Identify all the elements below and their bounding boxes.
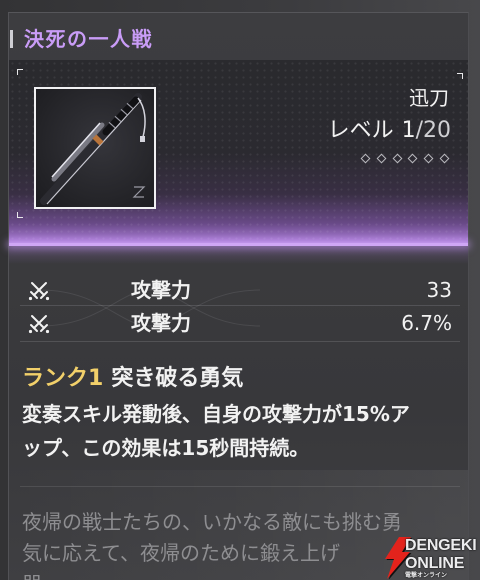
stat-value: 33	[426, 278, 452, 302]
stat-divider	[20, 305, 460, 306]
crossed-swords-icon	[28, 315, 50, 334]
weapon-detail-screen: 決死の一人戦 迅刀 レベル 1/20 攻撃力 33 攻撃力 6.7% ランク1 …	[0, 0, 480, 580]
tune-slot-diamond	[407, 153, 418, 163]
crossed-blades-weapon-icon	[40, 93, 146, 205]
passive-name: 突き破る勇気	[111, 366, 244, 391]
attack-percent-stat-row: 攻撃力 6.7%	[20, 307, 460, 339]
passive-description-line: 変奏スキル発動後、自身の攻撃力が15%ア	[22, 402, 410, 426]
tune-rank-diamonds	[360, 152, 450, 164]
level-label: レベル	[327, 118, 394, 143]
lore-text-line: 夜帰の戦士たちの、いかなる敵にも挑む勇	[22, 510, 402, 534]
passive-rank: ランク1	[22, 366, 104, 391]
corner-mark-bottom-left	[17, 212, 23, 218]
level-max: /20	[415, 118, 451, 143]
weapon-portrait-frame	[34, 87, 156, 209]
stat-divider	[20, 341, 460, 342]
level-current: 1	[401, 118, 416, 143]
attack-stat-row: 攻撃力 33	[20, 274, 460, 306]
passive-title: ランク1 突き破る勇気	[22, 364, 243, 394]
title-accent-bar	[10, 30, 13, 48]
corner-mark-top-left	[17, 69, 23, 75]
weapon-type: 迅刀	[409, 86, 449, 110]
weapon-level: レベル 1/20	[328, 116, 451, 146]
tune-slot-diamond	[423, 153, 434, 163]
tune-slot-diamond	[392, 153, 403, 163]
stats-panel: 攻撃力 33 攻撃力 6.7%	[20, 272, 460, 344]
tune-slot-diamond	[439, 153, 450, 163]
stat-label: 攻撃力	[131, 278, 191, 302]
tune-slot-diamond	[376, 153, 387, 163]
passive-description-line: ップ、この効果は15秒間持続。	[22, 436, 310, 460]
watermark-brand-jp: 電撃オンライン	[405, 572, 448, 579]
tune-slot-diamond	[360, 153, 371, 163]
corner-mark-top-right	[457, 73, 463, 79]
crossed-swords-icon	[28, 282, 50, 301]
watermark-brand-sub: ONLINE	[405, 555, 465, 572]
watermark-brand: DENGEKI	[405, 537, 477, 554]
dengeki-online-watermark: DENGEKI ONLINE 電撃オンライン	[378, 534, 480, 580]
stat-value: 6.7%	[401, 311, 452, 335]
rarity-glow-fade	[9, 246, 468, 264]
stat-label: 攻撃力	[131, 311, 191, 335]
lore-divider	[20, 486, 460, 487]
weapon-name: 決死の一人戦	[24, 27, 153, 51]
